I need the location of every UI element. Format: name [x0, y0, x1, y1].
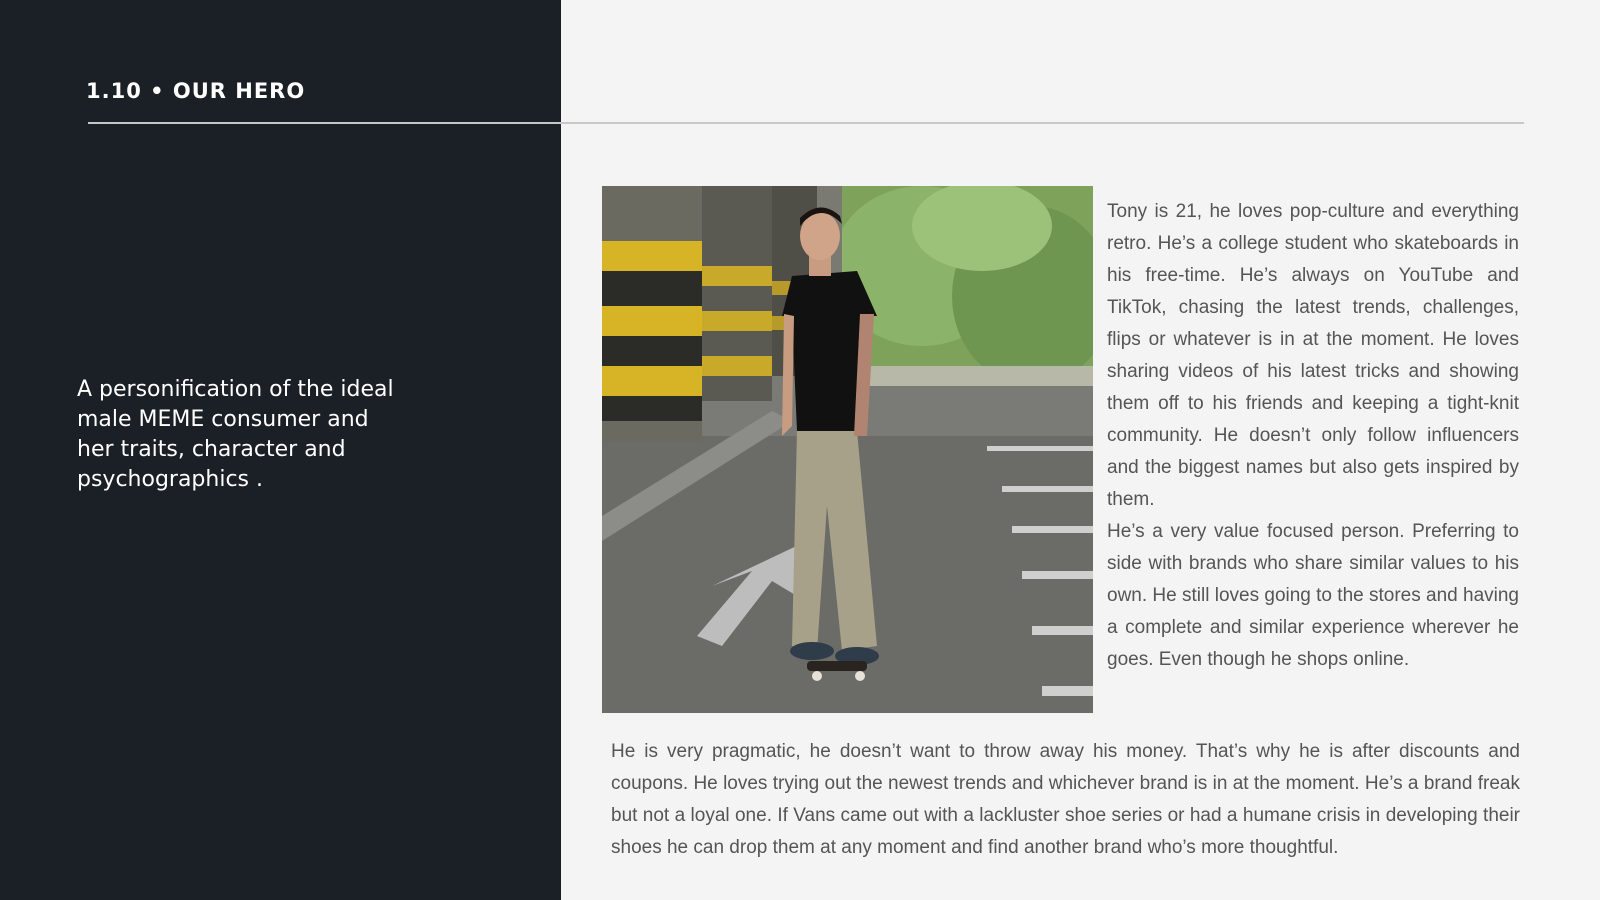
title-divider	[88, 122, 1524, 124]
hero-photo	[602, 186, 1093, 713]
paragraph-pragmatic: He is very pragmatic, he doesn’t want to…	[611, 741, 1520, 858]
paragraph-values: He’s a very value focused person. Prefer…	[1107, 521, 1519, 670]
tagline: A personification of the ideal male MEME…	[77, 377, 394, 492]
section-title: 1.10 • OUR HERO	[86, 79, 306, 103]
skateboarder-illustration	[602, 186, 1093, 713]
paragraph-intro: Tony is 21, he loves pop-culture and eve…	[1107, 201, 1519, 510]
